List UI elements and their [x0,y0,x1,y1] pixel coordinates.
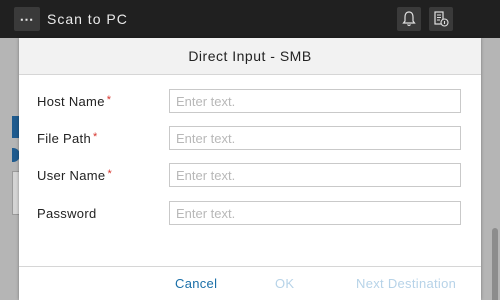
password-label: Password [37,206,97,221]
host-name-label: Host Name * [37,94,112,109]
password-input[interactable] [169,201,461,225]
user-name-row: User Name * [19,163,481,189]
user-name-label: User Name * [37,168,113,183]
password-row: Password [19,201,481,227]
background-scrollbar [492,228,498,300]
direct-input-dialog: Direct Input - SMB Host Name* File Path*… [19,38,481,300]
device-info-button[interactable] [429,7,453,31]
host-name-row: Host Name * [19,89,481,115]
user-name-input[interactable] [169,163,461,187]
file-path-label: File Path * [37,131,98,146]
dialog-footer: Cancel OK Next Destination [19,266,481,300]
dialog-title: Direct Input - SMB [188,48,312,64]
next-destination-button[interactable]: Next Destination [356,276,456,291]
ok-button[interactable]: OK [275,276,294,291]
required-mark: * [106,94,112,106]
dialog-header: Direct Input - SMB [19,38,481,75]
file-path-row: File Path * [19,126,481,152]
file-path-input[interactable] [169,126,461,150]
notice-icon [434,11,449,27]
notifications-button[interactable] [397,7,421,31]
more-icon: ⋯ [19,10,35,27]
bell-icon [402,11,416,27]
required-mark: * [107,168,113,180]
app-title: Scan to PC [47,11,128,27]
cancel-button[interactable]: Cancel [175,276,217,291]
top-app-bar: ⋯ Scan to PC [0,0,500,38]
more-menu-button[interactable]: ⋯ [14,7,40,31]
required-mark: * [93,131,98,143]
host-name-input[interactable] [169,89,461,113]
